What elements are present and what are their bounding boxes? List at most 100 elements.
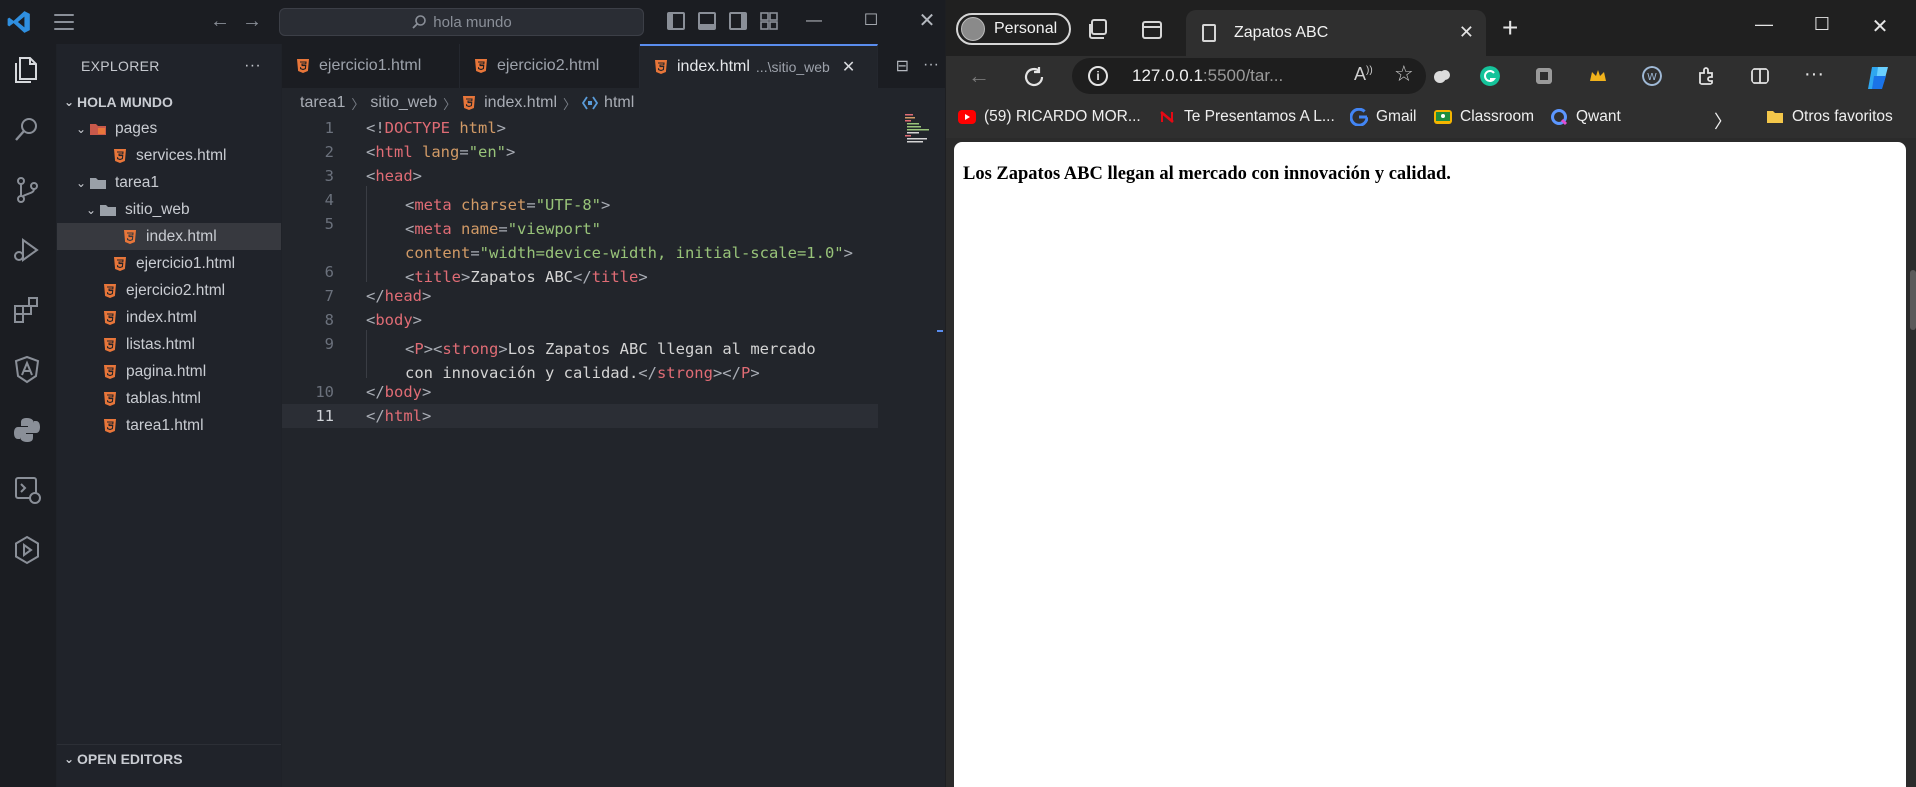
browser-tab-active[interactable]: Zapatos ABC ✕ [1186,10,1486,56]
split-screen-icon[interactable] [1750,66,1770,86]
tree-item-label: sitio_web [125,200,190,218]
maximize-icon[interactable]: ☐ [1810,14,1834,35]
new-tab-button[interactable]: + [1502,12,1518,44]
favorite-gmail[interactable]: Gmail [1350,108,1416,126]
tree-file-pagina[interactable]: pagina.html [57,358,281,385]
tree-folder-sitio-web[interactable]: ⌄ sitio_web [57,196,281,223]
tab-actions-icon[interactable] [1140,18,1164,42]
page-icon [1202,24,1216,42]
explorer-more-button[interactable]: ··· [244,57,261,75]
extensions-icon[interactable] [1696,66,1716,86]
workspaces-icon[interactable] [1086,18,1110,42]
qwant-icon [1551,109,1568,126]
line-number: 6 [324,263,334,281]
html-file-icon [475,59,487,73]
breadcrumb-item[interactable]: index.html [484,94,557,112]
maximize-icon[interactable]: ☐ [860,10,882,32]
search-icon[interactable] [11,114,43,146]
back-arrow-icon[interactable]: ← [210,10,230,32]
testing-icon[interactable] [11,534,43,566]
breadcrumb-item[interactable]: tarea1 [300,94,345,112]
customize-layout-icon[interactable] [760,12,778,30]
minimap[interactable] [905,114,929,150]
favorite-netflix[interactable]: Te Presentamos A L... [1158,108,1335,126]
browser-tab-title: Zapatos ABC [1234,24,1329,41]
remote-explorer-icon[interactable] [11,474,43,506]
files-icon[interactable] [11,54,43,86]
html-file-icon [114,148,126,163]
command-center-search[interactable]: hola mundo [279,8,644,36]
code-line: 3 <head> [282,164,882,188]
tab-ejercicio1[interactable]: ejercicio1.html [282,44,460,88]
extension-puzzle-icon[interactable] [1534,66,1554,86]
tree-file-index[interactable]: index.html [57,304,281,331]
tree-file-ejercicio2[interactable]: ejercicio2.html [57,277,281,304]
tree-file-index-sitio-web[interactable]: index.html [57,223,281,250]
tree-item-label: pagina.html [126,362,207,380]
code-editor[interactable]: 1 <!DOCTYPE html> 2 <html lang="en"> 3 <hea… [282,116,882,428]
tree-item-label: services.html [136,146,227,164]
toggle-secondary-sidebar-icon[interactable] [729,12,747,30]
back-icon[interactable]: ← [968,62,990,90]
minimize-icon[interactable]: — [803,10,825,32]
workspace-root[interactable]: ⌄ HOLA MUNDO [57,88,281,115]
refresh-icon[interactable] [1022,65,1046,89]
tab-index-active[interactable]: index.html ...\sitio_web ✕ [640,44,878,88]
copilot-icon[interactable] [1864,64,1892,92]
code-line: 7 </head> [282,284,882,308]
close-tab-icon[interactable]: ✕ [1459,22,1474,43]
menu-icon[interactable] [54,14,74,30]
minimize-icon[interactable]: — [1752,14,1776,35]
favorite-label: Gmail [1376,108,1417,125]
explorer-sidebar: EXPLORER ··· ⌄ HOLA MUNDO ⌄ pages service… [57,44,281,787]
vscode-logo-icon[interactable] [6,9,32,35]
angular-icon[interactable] [11,354,43,386]
forward-arrow-icon[interactable]: → [242,10,262,32]
grammarly-icon[interactable] [1480,66,1500,86]
editor-more-button[interactable]: ··· [923,56,939,76]
favorite-qwant[interactable]: Qwant [1550,108,1621,126]
breadcrumb-item[interactable]: sitio_web [370,94,437,112]
split-editor-icon[interactable]: ⊟ [896,56,909,76]
url-text: 127.0.0.1:5500/tar... [1132,66,1283,86]
favorite-youtube[interactable]: (59) RICARDO MOR... [958,108,1141,126]
tree-folder-tarea1[interactable]: ⌄ tarea1 [57,169,281,196]
settings-more-icon[interactable]: ··· [1804,60,1824,88]
favorite-classroom[interactable]: Classroom [1434,108,1534,126]
favorites-overflow-chevron-icon[interactable]: 〉 [1714,108,1732,134]
code-line-current: 11 </html> [282,404,878,428]
extension-cloud-icon[interactable] [1432,66,1452,86]
html-file-icon [104,418,116,433]
crown-extension-icon[interactable] [1588,66,1608,86]
profile-button[interactable]: Personal [956,13,1072,45]
scrollbar-thumb[interactable] [1910,270,1916,330]
youtube-icon [958,110,976,124]
toggle-sidebar-icon[interactable] [667,12,685,30]
tree-folder-pages[interactable]: ⌄ pages [57,115,281,142]
address-bar[interactable]: i 127.0.0.1:5500/tar... A)) ☆ [1072,58,1426,94]
other-favorites[interactable]: Otros favoritos [1766,108,1893,126]
tab-ejercicio2[interactable]: ejercicio2.html [460,44,640,88]
site-info-icon[interactable]: i [1088,66,1108,86]
breadcrumb-item[interactable]: html [604,94,634,112]
extensions-icon[interactable] [11,294,43,326]
tree-file-services[interactable]: services.html [57,142,281,169]
wordpress-extension-icon[interactable]: W [1642,66,1662,86]
tab-close-icon[interactable]: ✕ [842,57,855,77]
close-window-icon[interactable]: ✕ [1868,14,1892,39]
toggle-panel-icon[interactable] [698,12,716,30]
svg-text:W: W [1647,72,1657,83]
tree-file-listas[interactable]: listas.html [57,331,281,358]
tree-file-ejercicio1[interactable]: ejercicio1.html [57,250,281,277]
favorite-star-icon[interactable]: ☆ [1394,61,1414,87]
run-debug-icon[interactable] [11,234,43,266]
html-file-icon [104,310,116,325]
open-editors-section[interactable]: ⌄ OPEN EDITORS [57,744,281,772]
source-control-icon[interactable] [11,174,43,206]
tree-item-label: pages [115,119,158,137]
read-aloud-icon[interactable]: A)) [1354,64,1373,85]
tree-file-tablas[interactable]: tablas.html [57,385,281,412]
python-icon[interactable] [11,414,43,446]
close-icon[interactable]: ✕ [916,10,938,32]
tree-file-tarea1[interactable]: tarea1.html [57,412,281,439]
